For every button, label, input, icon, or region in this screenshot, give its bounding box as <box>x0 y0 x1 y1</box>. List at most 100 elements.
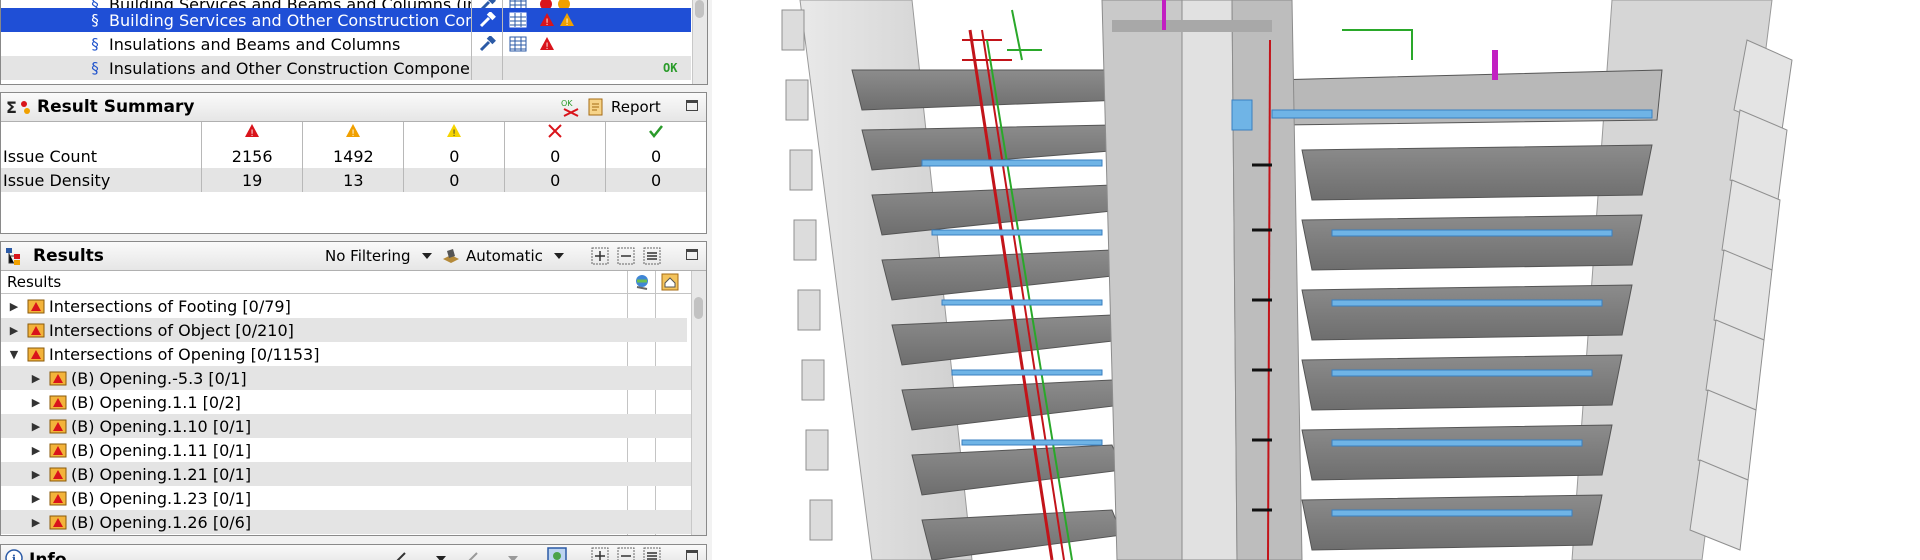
result-group-row[interactable]: ▼ Intersections of Opening [0/1153] <box>1 342 687 366</box>
critical-issue-folder-icon <box>49 371 67 386</box>
ok-status: OK <box>663 61 678 75</box>
critical-column-header: ! <box>201 122 304 144</box>
building-model-render[interactable] <box>712 0 1920 560</box>
panel-title: Results <box>33 246 104 266</box>
report-button[interactable]: Report <box>587 98 661 116</box>
collapsed-arrow-icon[interactable]: ▶ <box>29 468 43 481</box>
expand-all-icon[interactable] <box>591 247 609 265</box>
rule-row[interactable]: § Insulations and Beams and Columns ! <box>1 32 691 56</box>
sigma-icon: Σ <box>6 98 30 117</box>
hammer-icon[interactable] <box>471 8 502 32</box>
list-view-icon[interactable] <box>643 247 661 265</box>
globe-link-icon[interactable] <box>633 273 651 291</box>
value-critical: 2156 <box>201 144 304 168</box>
cross-icon <box>548 124 562 138</box>
result-label: (B) Opening.1.23 [0/1] <box>71 488 252 508</box>
result-label: Intersections of Opening [0/1153] <box>49 344 320 364</box>
collapsed-arrow-icon[interactable]: ▶ <box>29 372 43 385</box>
rules-list: § Building Services and Beams and Column… <box>0 0 708 85</box>
check-results-icon[interactable]: OK <box>561 97 583 117</box>
result-group-row[interactable]: ▶ Intersections of Footing [0/79] <box>1 294 687 318</box>
value-moderate: 13 <box>302 168 405 192</box>
rules-scrollbar[interactable] <box>692 0 707 84</box>
filter-label: No Filtering <box>325 247 411 265</box>
collapsed-arrow-icon[interactable]: ▶ <box>29 396 43 409</box>
checkmark-icon <box>649 125 664 139</box>
results-tree: Results ▶ Intersections of Footing [0/79]… <box>1 271 706 535</box>
result-label: Intersections of Footing [0/79] <box>49 296 291 316</box>
collapsed-arrow-icon[interactable]: ▶ <box>29 492 43 505</box>
results-tree-body: ▶ Intersections of Footing [0/79] ▶ Interse… <box>1 294 706 534</box>
low-column-header: ! <box>403 122 506 144</box>
value-rejected: 0 <box>504 144 607 168</box>
mode-dropdown[interactable]: Automatic <box>441 247 565 265</box>
info-panel-header: i Info <box>0 544 707 560</box>
sync-view-icon[interactable] <box>547 547 567 560</box>
value-accepted: 0 <box>605 168 706 192</box>
rule-name: Building Services and Other Construction… <box>109 10 471 30</box>
results-panel: Results No Filtering Automatic Results ▶… <box>0 241 707 536</box>
rule-name: Insulations and Beams and Columns <box>109 34 401 54</box>
maximize-icon[interactable] <box>686 249 698 260</box>
rule-row[interactable]: § Insulations and Other Construction Com… <box>1 56 691 80</box>
results-tree-icon <box>6 248 20 265</box>
expand-all-icon[interactable] <box>591 547 609 560</box>
svg-text:!: ! <box>250 129 254 139</box>
scrollbar-thumb[interactable] <box>694 297 703 319</box>
empty-cell <box>502 56 533 80</box>
results-header: Results No Filtering Automatic <box>1 242 706 271</box>
value-accepted: 0 <box>650 146 662 166</box>
result-summary-panel: Σ Result Summary OK Report ! ! ! Issue C… <box>0 92 707 234</box>
value-rejected: 0 <box>504 168 607 192</box>
edit-icon[interactable] <box>393 551 411 560</box>
maximize-icon[interactable] <box>686 550 698 560</box>
collapsed-arrow-icon[interactable]: ▶ <box>29 420 43 433</box>
row-label: Issue Count <box>1 144 203 168</box>
3d-model-viewport[interactable] <box>712 0 1920 560</box>
panel-title: Result Summary <box>37 97 195 117</box>
result-item-row[interactable]: ▶ (B) Opening.1.11 [0/1] <box>1 438 706 462</box>
maximize-icon[interactable] <box>686 100 698 111</box>
scrollbar-thumb[interactable] <box>695 0 704 18</box>
critical-issue-folder-icon <box>49 515 67 530</box>
mode-label: Automatic <box>466 247 543 265</box>
result-item-row[interactable]: ▶ (B) Opening.1.10 [0/1] <box>1 414 706 438</box>
result-item-row[interactable]: ▶ (B) Opening.1.26 [0/6] <box>1 510 706 534</box>
rule-name: Insulations and Other Construction Compo… <box>109 58 471 78</box>
table-icon[interactable] <box>502 8 533 32</box>
low-icon: ! <box>447 124 462 139</box>
svg-text:!: ! <box>545 42 549 52</box>
chevron-down-icon[interactable] <box>507 554 519 560</box>
collapsed-arrow-icon[interactable]: ▶ <box>29 444 43 457</box>
hammer-icon[interactable] <box>471 32 502 56</box>
collapse-all-icon[interactable] <box>617 547 635 560</box>
collapsed-arrow-icon[interactable]: ▶ <box>29 516 43 529</box>
table-icon[interactable] <box>502 32 533 56</box>
paint-icon[interactable] <box>465 551 483 560</box>
results-scrollbar[interactable] <box>691 271 706 535</box>
collapsed-arrow-icon[interactable]: ▶ <box>7 300 21 313</box>
result-item-row[interactable]: ▶ (B) Opening.1.23 [0/1] <box>1 486 706 510</box>
list-view-icon[interactable] <box>643 547 661 560</box>
result-item-row[interactable]: ▶ (B) Opening.-5.3 [0/1] <box>1 366 706 390</box>
collapsed-arrow-icon[interactable]: ▶ <box>7 324 21 337</box>
result-group-row[interactable]: ▶ Intersections of Object [0/210] <box>1 318 687 342</box>
critical-issue-folder-icon <box>49 419 67 434</box>
svg-text:OK: OK <box>561 99 573 108</box>
chevron-down-icon[interactable] <box>435 554 447 560</box>
expanded-arrow-icon[interactable]: ▼ <box>7 348 21 361</box>
result-item-row[interactable]: ▶ (B) Opening.1.1 [0/2] <box>1 390 706 414</box>
filter-dropdown[interactable]: No Filtering <box>325 247 433 265</box>
summary-table: ! ! ! Issue Count 2156 1492 0 0 0 Issue … <box>1 122 706 192</box>
result-item-row[interactable]: ▶ (B) Opening.1.21 [0/1] <box>1 462 706 486</box>
layers-icon <box>443 249 459 263</box>
critical-issue-folder-icon <box>27 323 45 338</box>
svg-text:!: ! <box>545 18 549 28</box>
rule-row-selected[interactable]: § Building Services and Other Constructi… <box>1 8 691 32</box>
home-view-icon[interactable] <box>661 273 679 291</box>
critical-issue-folder-icon <box>49 395 67 410</box>
critical-issue-folder-icon <box>49 443 67 458</box>
moderate-icon: ! <box>346 124 361 139</box>
critical-issue-icon: ! <box>540 13 554 28</box>
collapse-all-icon[interactable] <box>617 247 635 265</box>
